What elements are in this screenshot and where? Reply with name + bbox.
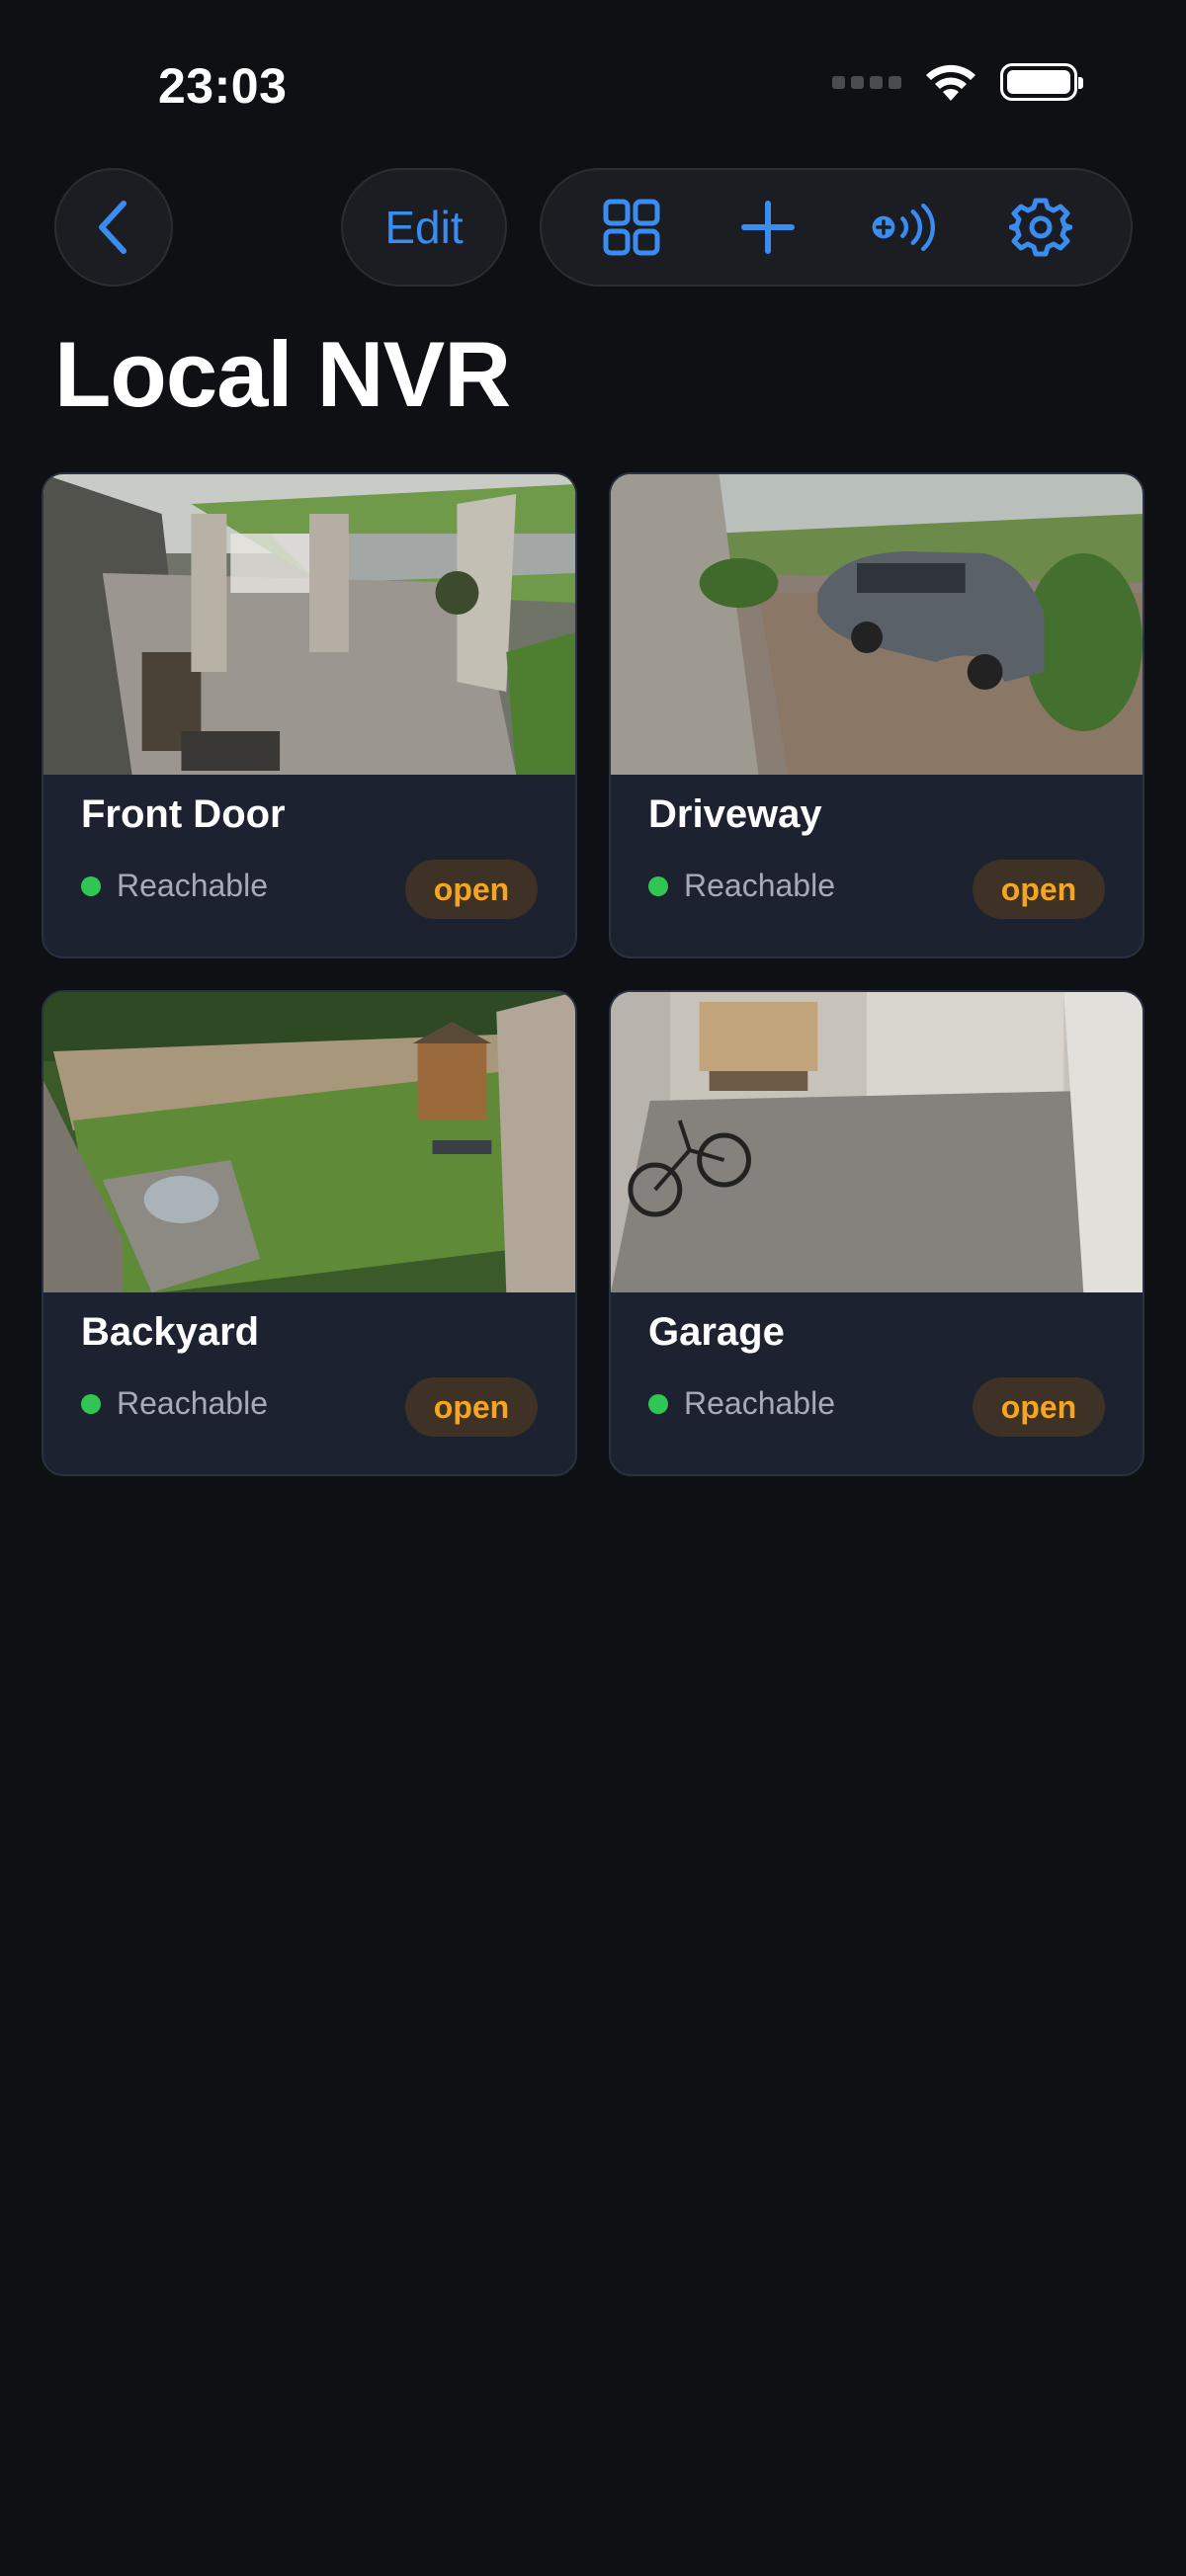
plus-icon (741, 201, 795, 254)
camera-status: Reachable (81, 1385, 268, 1422)
settings-button[interactable] (1006, 193, 1075, 262)
status-icons (832, 61, 1083, 103)
camera-card-backyard[interactable]: Backyard Reachable open (42, 990, 577, 1476)
garage-snapshot (611, 992, 1143, 1292)
cellular-signal-icon (832, 75, 901, 89)
status-text: Reachable (684, 868, 835, 903)
status-dot-icon (648, 1393, 668, 1414)
camera-thumbnail[interactable] (43, 992, 575, 1292)
open-badge[interactable]: open (405, 860, 538, 919)
add-broadcast-icon (872, 203, 935, 252)
camera-thumbnail[interactable] (611, 992, 1143, 1292)
camera-name: Driveway (648, 792, 822, 836)
camera-status: Reachable (81, 868, 268, 904)
chevron-left-icon (99, 201, 127, 254)
camera-name: Garage (648, 1310, 785, 1354)
grid-icon (603, 199, 660, 256)
status-dot-icon (648, 875, 668, 896)
page-title: Local NVR (54, 322, 511, 426)
status-time: 23:03 (158, 58, 288, 114)
driveway-snapshot (611, 474, 1143, 775)
toolbar-actions (540, 168, 1133, 287)
add-camera-button[interactable] (733, 193, 803, 262)
camera-name: Front Door (81, 792, 286, 836)
camera-card-front-door[interactable]: Front Door Reachable open (42, 472, 577, 958)
camera-status: Reachable (648, 868, 835, 904)
open-badge[interactable]: open (973, 860, 1105, 919)
wifi-icon (926, 64, 975, 101)
status-text: Reachable (117, 1385, 268, 1421)
gear-icon (1009, 198, 1072, 257)
status-dot-icon (81, 1393, 101, 1414)
camera-card-driveway[interactable]: Driveway Reachable open (609, 472, 1144, 958)
camera-thumbnail[interactable] (611, 474, 1143, 775)
camera-name: Backyard (81, 1310, 260, 1354)
camera-grid: Front Door Reachable open Driveway Reach… (42, 472, 1144, 1476)
status-text: Reachable (117, 868, 268, 903)
edit-button[interactable]: Edit (341, 168, 507, 287)
open-badge[interactable]: open (973, 1377, 1105, 1437)
grid-view-button[interactable] (597, 193, 666, 262)
status-dot-icon (81, 875, 101, 896)
back-button[interactable] (54, 168, 173, 287)
backyard-snapshot (43, 992, 575, 1292)
camera-status: Reachable (648, 1385, 835, 1422)
battery-icon (1000, 63, 1083, 101)
discover-devices-button[interactable] (870, 193, 939, 262)
status-text: Reachable (684, 1385, 835, 1421)
front-door-snapshot (43, 474, 575, 775)
open-badge[interactable]: open (405, 1377, 538, 1437)
camera-thumbnail[interactable] (43, 474, 575, 775)
camera-card-garage[interactable]: Garage Reachable open (609, 990, 1144, 1476)
